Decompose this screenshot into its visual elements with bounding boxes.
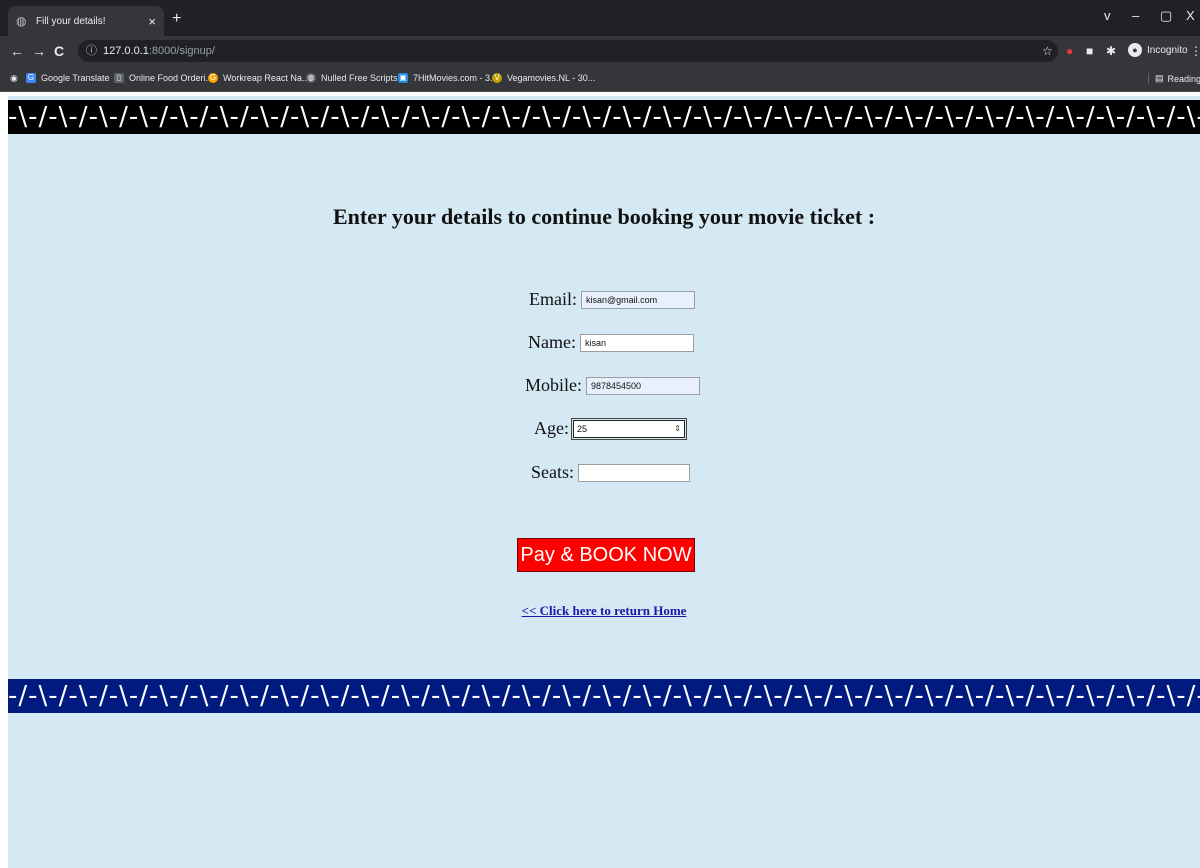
bookmark-label: 7HitMovies.com - 3...: [413, 73, 498, 83]
reading-list-icon: ▤: [1155, 73, 1164, 83]
age-label: Age:: [534, 418, 569, 438]
incognito-icon: ●: [1128, 43, 1142, 57]
bookmark-label: Workreap React Na...: [223, 73, 310, 83]
email-field[interactable]: kisan@gmail.com: [581, 290, 695, 309]
puzzle-icon[interactable]: ✱: [1106, 44, 1116, 58]
bookmark-online-food[interactable]: ▯ Online Food Orderi...: [114, 73, 213, 83]
seats-row: Seats:: [531, 462, 690, 483]
forward-icon[interactable]: →: [32, 43, 46, 59]
tab-title: Fill your details!: [36, 15, 106, 27]
name-field[interactable]: kisan: [579, 333, 694, 352]
marquee-top: -\-/-\-/-\-/-\-/-\-/-\-/-\-/-\-/-\-/-\-/…: [8, 100, 1200, 134]
globe-icon: ◍: [306, 73, 316, 83]
age-value: 25: [577, 423, 588, 434]
translate-icon: G: [26, 73, 36, 83]
incognito-indicator[interactable]: ● Incognito: [1128, 43, 1188, 57]
browser-toolbar: ← → C ⓘ 127.0.0.1:8000/signup/ ☆ ● ■ ✱ ● …: [0, 36, 1200, 66]
return-home-link[interactable]: << Click here to return Home: [8, 603, 1200, 619]
age-select[interactable]: 25 ⇕: [571, 417, 687, 440]
url-path: :8000/signup/: [148, 45, 215, 57]
bookmark-label: Vegamovies.NL - 30...: [507, 73, 596, 83]
marquee-bottom: -/-\-/-\-/-\-/-\-/-\-/-\-/-\-/-\-/-\-/-\…: [8, 679, 1200, 713]
email-label: Email:: [529, 289, 577, 309]
url-host: 127.0.0.1: [103, 45, 149, 57]
tab-close-icon[interactable]: ×: [148, 14, 156, 29]
maximize-icon[interactable]: ▢: [1160, 8, 1172, 24]
name-row: Name: kisan: [528, 332, 694, 353]
bookmark-workreap[interactable]: G Workreap React Na...: [208, 73, 309, 83]
mobile-row: Mobile: 9878454500: [525, 375, 700, 396]
mobile-field[interactable]: 9878454500: [586, 376, 700, 395]
bookmark-label: Nulled Free Scripts...: [321, 73, 406, 83]
new-tab-icon[interactable]: +: [172, 10, 181, 28]
bookmark-label: Online Food Orderi...: [129, 73, 214, 83]
select-arrow-icon: ⇕: [674, 424, 681, 433]
minimize-icon[interactable]: –: [1132, 8, 1139, 23]
info-icon: ⓘ: [86, 45, 97, 57]
browser-tab[interactable]: ◍ Fill your details! ×: [8, 6, 164, 36]
name-label: Name:: [528, 332, 576, 352]
menu-icon[interactable]: ⋮: [1190, 44, 1200, 58]
bookmark-icon: G: [208, 73, 218, 83]
age-row: Age: 25 ⇕: [534, 417, 687, 440]
bookmark-nulled-scripts[interactable]: ◍ Nulled Free Scripts...: [306, 73, 405, 83]
globe-icon: ◍: [16, 14, 27, 28]
seats-field[interactable]: [578, 463, 690, 482]
star-icon[interactable]: ☆: [1042, 44, 1053, 58]
pay-book-now-button[interactable]: Pay & BOOK NOW: [517, 538, 695, 572]
bookmark-google-translate[interactable]: G Google Translate: [26, 73, 110, 83]
bookmark-label: Google Translate: [41, 73, 110, 83]
github-icon[interactable]: ◉: [10, 73, 18, 84]
bookmark-icon: V: [492, 73, 502, 83]
incognito-label: Incognito: [1147, 44, 1188, 56]
window-close-icon[interactable]: X: [1186, 8, 1195, 23]
mobile-label: Mobile:: [525, 375, 582, 395]
bookmark-7hitmovies[interactable]: ▣ 7HitMovies.com - 3...: [398, 73, 498, 83]
bookmark-icon: ▯: [114, 73, 124, 83]
seats-label: Seats:: [531, 462, 574, 482]
address-bar[interactable]: ⓘ 127.0.0.1:8000/signup/: [78, 40, 1058, 62]
extension-icon[interactable]: ■: [1086, 44, 1093, 58]
back-icon[interactable]: ←: [10, 43, 24, 59]
reading-list-button[interactable]: ▤ Reading list: [1148, 73, 1200, 84]
extension-icon[interactable]: ●: [1066, 44, 1073, 58]
page-body: -\-/-\-/-\-/-\-/-\-/-\-/-\-/-\-/-\-/-\-/…: [8, 96, 1200, 868]
email-row: Email: kisan@gmail.com: [529, 289, 695, 310]
bookmark-vegamovies[interactable]: V Vegamovies.NL - 30...: [492, 73, 595, 83]
tab-search-icon[interactable]: v: [1104, 8, 1111, 23]
reload-icon[interactable]: C: [54, 43, 64, 59]
browser-title-bar: ◍ Fill your details! × + v – ▢ X: [0, 0, 1200, 36]
bookmark-icon: ▣: [398, 73, 408, 83]
page-heading: Enter your details to continue booking y…: [332, 204, 876, 229]
reading-list-label: Reading list: [1167, 73, 1200, 84]
bookmarks-bar: ◉ G Google Translate ▯ Online Food Order…: [0, 66, 1200, 92]
